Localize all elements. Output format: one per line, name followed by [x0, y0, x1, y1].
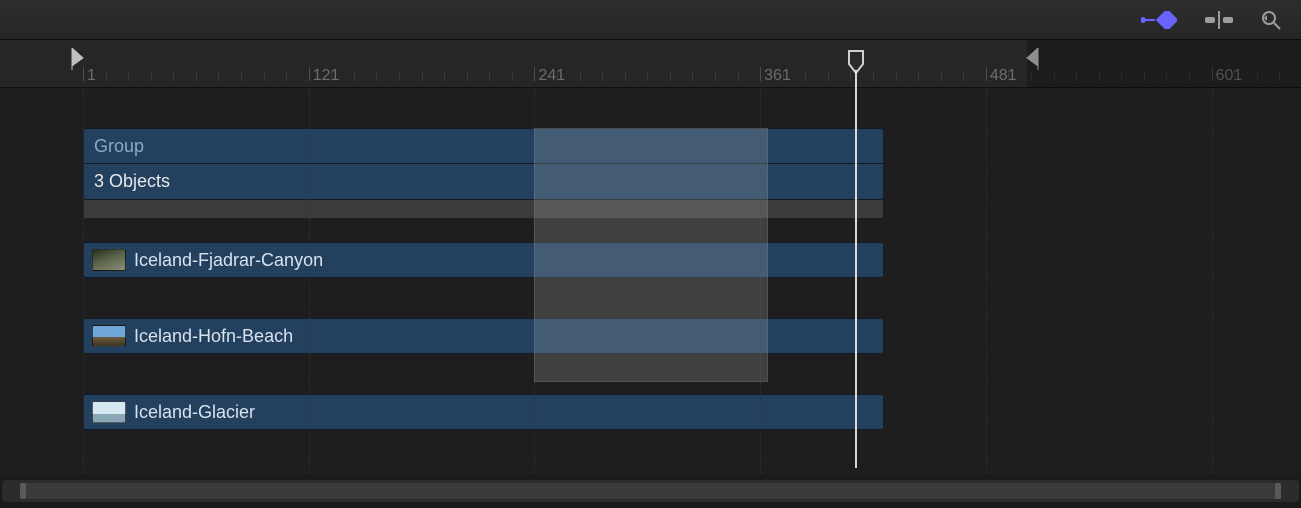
grid-line: [309, 88, 310, 474]
play-range-out-marker[interactable]: [1025, 48, 1041, 70]
ruler-label: 481: [990, 67, 1017, 85]
grid-line: [83, 88, 84, 474]
scrollbar-handle-right[interactable]: [1275, 483, 1281, 499]
grid-line: [534, 88, 535, 474]
group-header-row[interactable]: Group: [83, 128, 884, 164]
zoom-icon[interactable]: [1261, 10, 1281, 30]
ruler-label: 601: [1216, 67, 1243, 85]
timeline-clip[interactable]: Iceland-Hofn-Beach: [83, 318, 884, 354]
keyframe-editor-icon[interactable]: [1141, 11, 1177, 29]
clip-thumbnail-icon: [92, 401, 126, 423]
scrollbar-track[interactable]: [20, 483, 1281, 499]
timeline-panel: 1 121 241 361 481 601 Group 3 Objects Iceland…: [0, 0, 1301, 508]
grid-line: [760, 88, 761, 474]
grid-line: [986, 88, 987, 474]
group-summary-row[interactable]: 3 Objects: [83, 164, 884, 200]
snapping-icon[interactable]: [1205, 11, 1233, 29]
clip-label: Iceland-Glacier: [134, 402, 255, 423]
ruler-label: 1: [87, 67, 96, 85]
timeline-toolbar: [0, 0, 1301, 40]
timeline-clip[interactable]: Iceland-Glacier: [83, 394, 884, 430]
group-footer-strip: [83, 200, 884, 218]
grid-line: [1212, 88, 1213, 474]
group-title: Group: [94, 136, 144, 157]
timeline-clip[interactable]: Iceland-Fjadrar-Canyon: [83, 242, 884, 278]
clip-thumbnail-icon: [92, 249, 126, 271]
clip-thumbnail-icon: [92, 325, 126, 347]
ruler-label: 361: [764, 67, 791, 85]
ruler-label: 241: [538, 67, 565, 85]
group-summary-text: 3 Objects: [94, 171, 170, 192]
timeline-ruler[interactable]: 1 121 241 361 481 601: [0, 40, 1301, 88]
scrollbar-handle-left[interactable]: [20, 483, 26, 499]
clip-label: Iceland-Fjadrar-Canyon: [134, 250, 323, 271]
playhead-line: [855, 70, 857, 468]
ruler-label: 121: [313, 67, 340, 85]
horizontal-scrollbar[interactable]: [2, 480, 1299, 502]
clip-label: Iceland-Hofn-Beach: [134, 326, 293, 347]
play-range-in-marker[interactable]: [71, 48, 87, 70]
timeline-tracks-area[interactable]: Group 3 Objects Iceland-Fjadrar-Canyon I…: [0, 88, 1301, 474]
